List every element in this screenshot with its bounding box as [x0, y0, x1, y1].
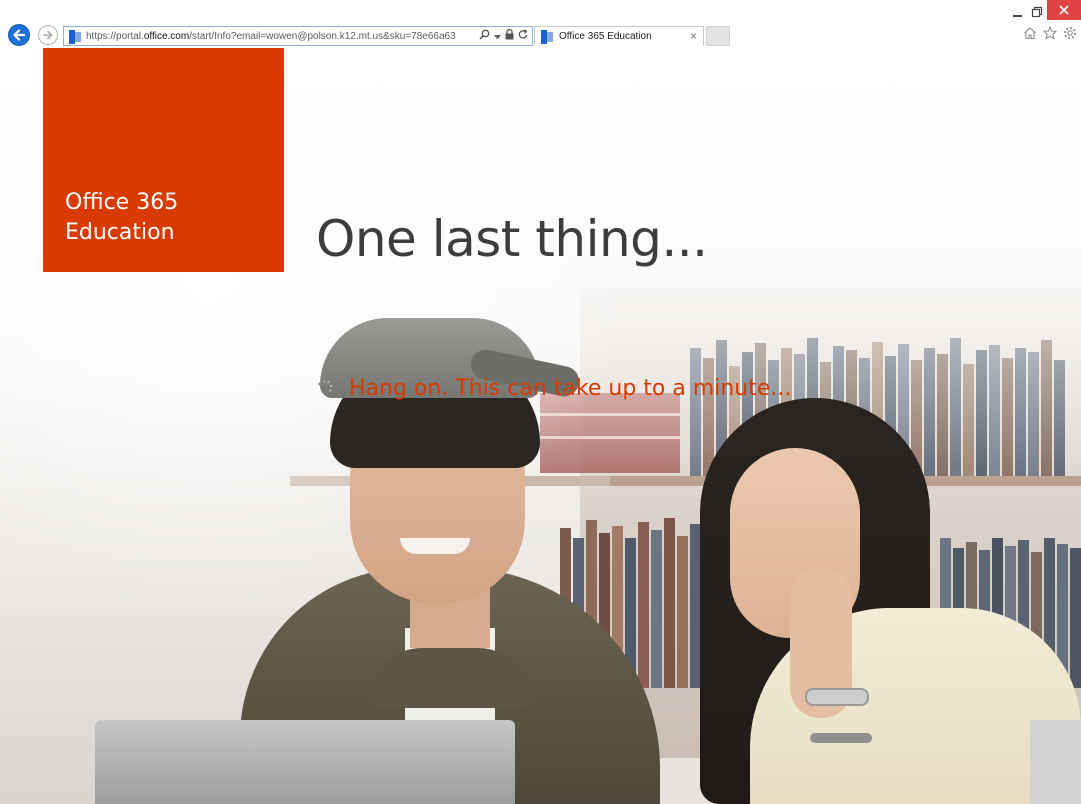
page-headline: One last thing...	[316, 210, 708, 268]
brand-line-1: Office 365	[65, 190, 179, 215]
office-favicon-icon	[69, 30, 81, 44]
home-icon[interactable]	[1023, 26, 1037, 45]
photo-person-woman	[690, 398, 1081, 804]
forward-button[interactable]	[38, 25, 58, 45]
web-page: Office 365 Education One last thing... H…	[0, 48, 1081, 804]
loading-status-text: Hang on. This can take up to a minute...	[349, 376, 792, 401]
browser-toolbar-icons	[1023, 25, 1077, 45]
back-arrow-icon	[13, 29, 26, 41]
close-window-button[interactable]	[1047, 0, 1081, 20]
address-bar[interactable]: https://portal.office.com/start/Info?ema…	[63, 26, 533, 46]
loading-spinner-icon	[318, 380, 332, 392]
office-favicon-icon	[541, 30, 553, 44]
search-icon[interactable]	[479, 27, 490, 45]
restore-icon	[1031, 6, 1043, 18]
tab-title: Office 365 Education	[559, 31, 652, 42]
tab-close-icon[interactable]: ×	[690, 30, 697, 42]
brand-text: Office 365 Education	[65, 188, 178, 248]
office-365-education-tile: Office 365 Education	[43, 48, 284, 272]
lock-icon[interactable]	[505, 27, 514, 45]
address-tools	[479, 27, 528, 45]
new-tab-button[interactable]	[706, 26, 730, 46]
restore-button[interactable]	[1030, 5, 1046, 19]
brand-line-2: Education	[65, 220, 175, 245]
forward-arrow-icon	[43, 30, 53, 40]
search-dropdown-icon[interactable]	[494, 27, 501, 45]
refresh-icon[interactable]	[518, 27, 528, 45]
settings-gear-icon[interactable]	[1063, 26, 1077, 45]
minimize-button[interactable]	[1010, 6, 1026, 20]
favorites-star-icon[interactable]	[1042, 25, 1058, 45]
minimize-icon	[1013, 15, 1022, 17]
tab-office-365-education[interactable]: Office 365 Education ×	[534, 26, 704, 46]
close-icon	[1059, 5, 1069, 15]
address-url[interactable]: https://portal.office.com/start/Info?ema…	[86, 31, 456, 43]
back-button[interactable]	[8, 24, 30, 46]
browser-chrome: https://portal.office.com/start/Info?ema…	[0, 0, 1081, 48]
